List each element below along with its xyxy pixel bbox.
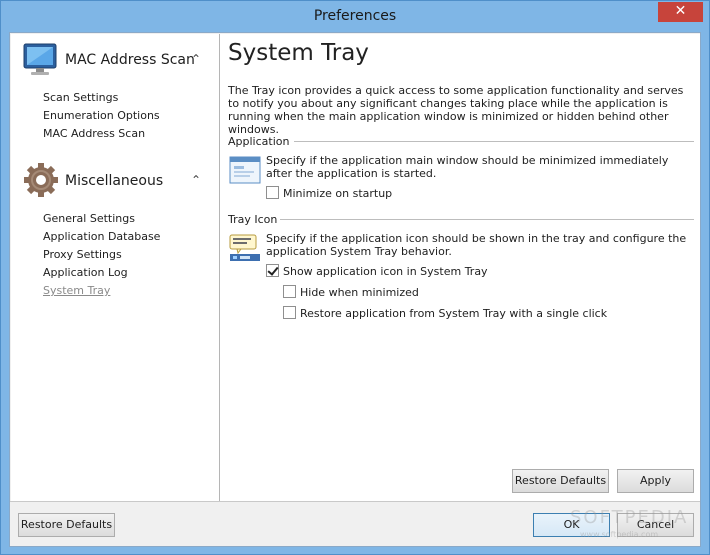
restore-single-click-label: Restore application from System Tray wit… bbox=[300, 307, 608, 320]
close-button[interactable]: ✕ bbox=[658, 2, 703, 22]
section-title-application: Application bbox=[228, 135, 290, 148]
footer-divider bbox=[10, 501, 700, 502]
group-title: Miscellaneous bbox=[65, 173, 164, 189]
application-section-text: Specify if the application main window s… bbox=[266, 154, 669, 180]
window-title: Preferences bbox=[313, 8, 397, 24]
sidebar-item-system-tray[interactable]: System Tray bbox=[43, 284, 110, 297]
sidebar: MAC Address Scan ⌃ Scan Settings Enumera… bbox=[11, 34, 220, 501]
sidebar-item-application-database[interactable]: Application Database bbox=[43, 230, 160, 243]
group-header-mac-address-scan[interactable]: MAC Address Scan ⌃ bbox=[21, 40, 211, 80]
content-restore-defaults-button[interactable]: Restore Defaults bbox=[512, 469, 609, 493]
chevron-up-icon[interactable]: ⌃ bbox=[191, 52, 201, 66]
section-divider bbox=[294, 141, 694, 142]
sidebar-item-application-log[interactable]: Application Log bbox=[43, 266, 128, 279]
content-panel: System Tray The Tray icon provides a qui… bbox=[220, 34, 700, 501]
footer-restore-defaults-button[interactable]: Restore Defaults bbox=[18, 513, 115, 537]
hide-when-minimized-label: Hide when minimized bbox=[300, 286, 419, 299]
apply-button[interactable]: Apply bbox=[617, 469, 694, 493]
minimize-on-startup-checkbox-row[interactable]: Minimize on startup bbox=[266, 186, 392, 202]
sidebar-item-general-settings[interactable]: General Settings bbox=[43, 212, 135, 225]
show-icon-checkbox-row[interactable]: Show application icon in System Tray bbox=[266, 264, 488, 280]
hide-when-minimized-checkbox-row[interactable]: Hide when minimized bbox=[283, 285, 419, 301]
show-icon-checkbox[interactable] bbox=[266, 264, 279, 277]
window-icon bbox=[229, 156, 261, 187]
chevron-up-icon[interactable]: ⌃ bbox=[191, 173, 201, 187]
monitor-icon bbox=[21, 40, 61, 81]
gear-icon bbox=[21, 161, 61, 202]
window-client-area: MAC Address Scan ⌃ Scan Settings Enumera… bbox=[9, 32, 701, 547]
group-title: MAC Address Scan bbox=[65, 52, 195, 68]
minimize-on-startup-label: Minimize on startup bbox=[283, 187, 393, 200]
restore-single-click-checkbox[interactable] bbox=[283, 306, 296, 319]
minimize-on-startup-checkbox[interactable] bbox=[266, 186, 279, 199]
group-header-miscellaneous[interactable]: Miscellaneous ⌃ bbox=[21, 161, 211, 201]
hide-when-minimized-checkbox[interactable] bbox=[283, 285, 296, 298]
sidebar-item-mac-address-scan[interactable]: MAC Address Scan bbox=[43, 127, 145, 140]
preferences-window: Preferences ✕ MAC Address Scan ⌃ Scan Se… bbox=[0, 0, 710, 555]
section-divider bbox=[280, 219, 694, 220]
sidebar-item-enumeration-options[interactable]: Enumeration Options bbox=[43, 109, 160, 122]
show-icon-label: Show application icon in System Tray bbox=[283, 265, 488, 278]
tray-icon-illustration bbox=[229, 234, 261, 265]
watermark-url: www.softpedia.com bbox=[580, 530, 659, 539]
watermark: SOFTPEDIA bbox=[570, 507, 689, 528]
sidebar-item-proxy-settings[interactable]: Proxy Settings bbox=[43, 248, 122, 261]
page-description: The Tray icon provides a quick access to… bbox=[228, 84, 684, 136]
section-title-tray-icon: Tray Icon bbox=[228, 213, 278, 226]
tray-icon-section-text: Specify if the application icon should b… bbox=[266, 232, 687, 258]
restore-single-click-checkbox-row[interactable]: Restore application from System Tray wit… bbox=[283, 306, 607, 322]
sidebar-item-scan-settings[interactable]: Scan Settings bbox=[43, 91, 118, 104]
page-title: System Tray bbox=[228, 40, 369, 66]
